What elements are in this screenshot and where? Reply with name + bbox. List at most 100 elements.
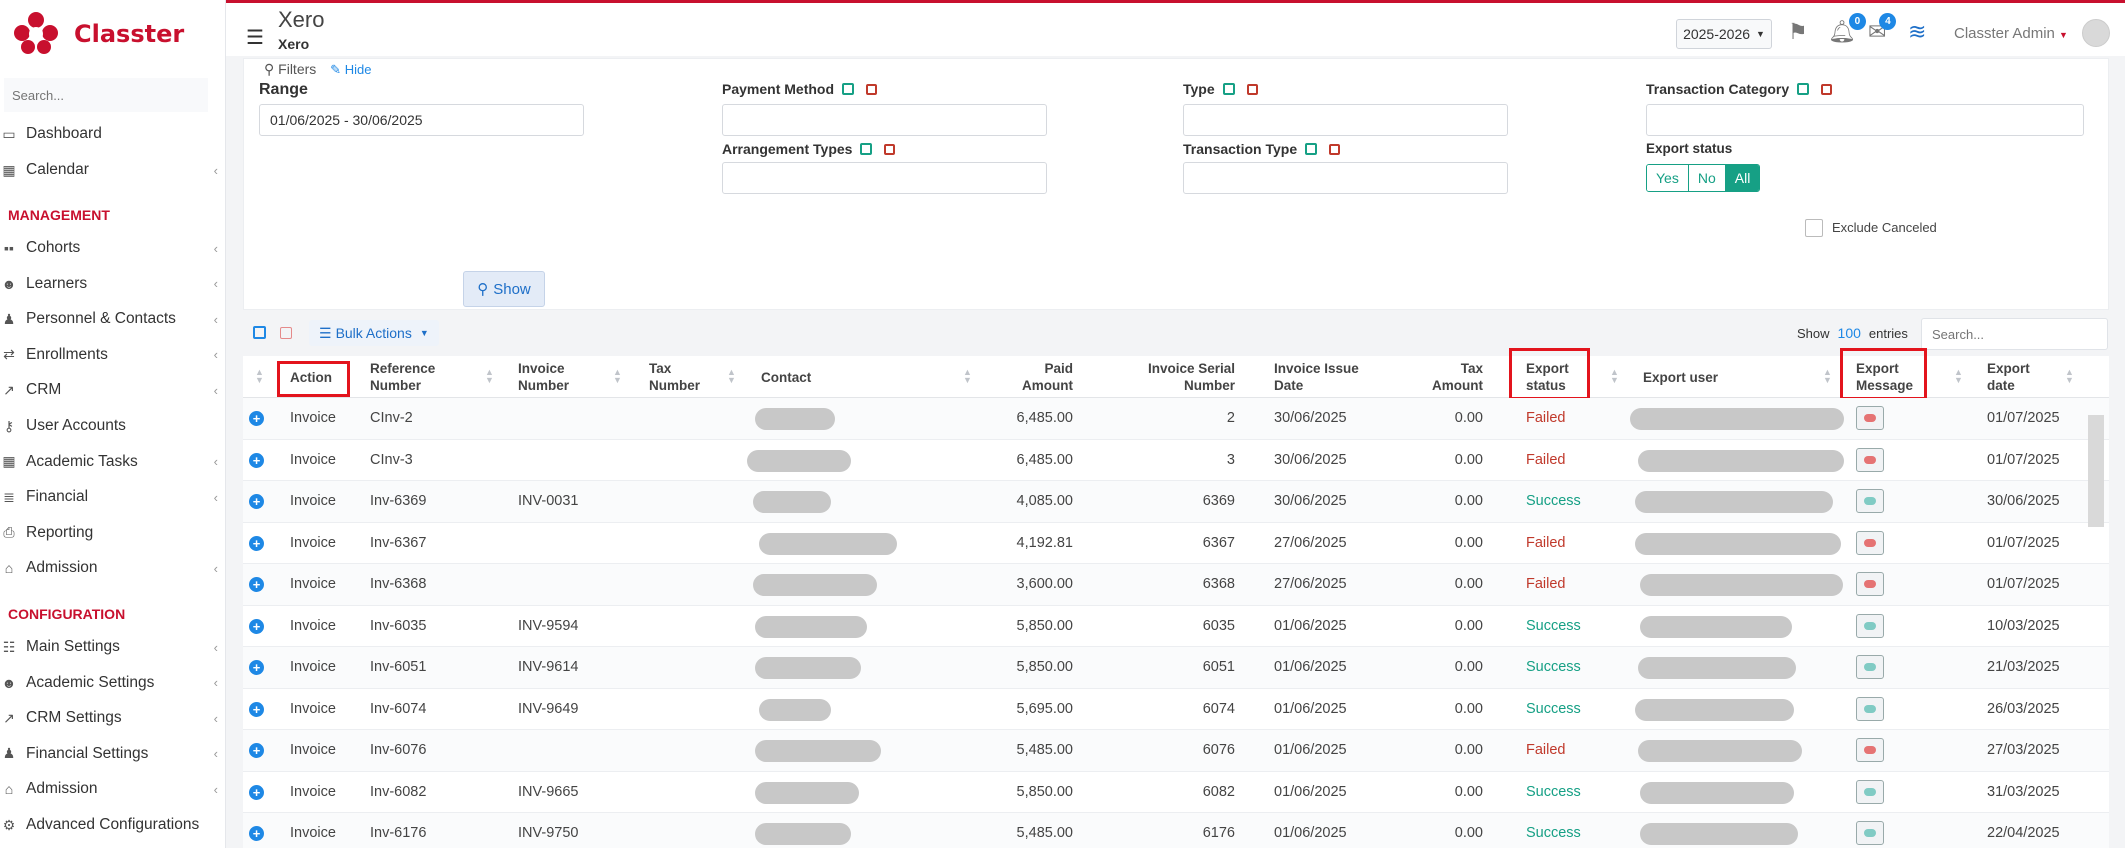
sidebar-item-academic-tasks[interactable]: ▦ Academic Tasks ‹ [0,445,226,479]
academic-year-select[interactable]: 2025-2026 ▼ [1676,19,1772,49]
sort-icon[interactable]: ▲ ▼ [1823,368,1832,385]
sort-icon[interactable]: ▲ ▼ [255,368,264,385]
expand-row-icon[interactable]: + [249,452,264,468]
sidebar-item-cohorts[interactable]: ▪▪ Cohorts ‹ [0,231,226,265]
deselect-all-rows-icon[interactable] [280,327,292,339]
col-reference-number[interactable]: Reference Number [370,360,450,394]
sidebar-item-reporting[interactable]: ⎙ Reporting [0,516,226,550]
select-all-icon[interactable] [1305,143,1318,155]
export-message-button[interactable] [1856,821,1884,845]
expand-row-icon[interactable]: + [249,660,264,675]
hide-filters-link[interactable]: ✎ Hide [330,62,371,77]
expand-row-icon[interactable]: + [249,701,264,717]
sort-icon[interactable]: ▲ ▼ [1954,368,1963,385]
table-row[interactable]: + Invoice Inv-6369 INV-0031 4,085.00 6369 30/0… [243,481,2109,523]
sidebar-item-enrollments[interactable]: ⇄ Enrollments ‹ [0,338,226,372]
sidebar-item-calendar[interactable]: ▦ Calendar ‹ [0,153,226,187]
table-row[interactable]: + Invoice CInv-3 6,485.00 3 30/06/2025 0.00 Fai… [243,440,2109,481]
sidebar-item-financial[interactable]: ≣ Financial ‹ [0,480,226,514]
table-row[interactable]: + Invoice CInv-2 6,485.00 2 30/06/2025 0.00 Fai… [243,398,2109,440]
filters-toggle[interactable]: ⚲ Filters ✎ Hide [264,61,371,78]
flag-icon[interactable]: ⚑ [1788,19,1808,45]
expand-row-icon[interactable]: + [249,743,264,758]
show-button[interactable]: ⚲ Show [463,271,545,307]
sidebar-item-crm-settings[interactable]: ↗ CRM Settings ‹ [0,701,226,735]
sidebar-item-user-accounts[interactable]: ⚷ User Accounts [0,409,226,443]
col-tax-number[interactable]: Tax Number [649,360,709,394]
select-all-icon[interactable] [1797,83,1810,95]
sidebar-item-financial-settings[interactable]: ♟ Financial Settings ‹ [0,737,226,771]
deselect-all-icon[interactable] [1246,83,1258,95]
expand-row-icon[interactable]: + [249,577,264,592]
sidebar-item-personnel-contacts[interactable]: ♟ Personnel & Contacts ‹ [0,302,226,336]
export-message-button[interactable] [1856,779,1884,804]
sidebar-item-main-settings[interactable]: ☷ Main Settings ‹ [0,630,226,664]
avatar[interactable] [2082,19,2110,47]
export-message-button[interactable] [1856,738,1884,762]
select-all-icon[interactable] [842,83,855,95]
sidebar-search-input[interactable] [4,78,208,112]
select-all-rows-icon[interactable] [253,326,266,339]
export-status-all[interactable]: All [1725,165,1760,191]
layers-icon[interactable]: ≋ [1908,19,1926,45]
deselect-all-icon[interactable] [1821,83,1833,95]
export-message-button[interactable] [1856,406,1884,430]
export-message-button[interactable] [1856,489,1884,513]
table-row[interactable]: + Invoice Inv-6368 3,600.00 6368 27/06/2025 0.… [243,564,2109,606]
deselect-all-icon[interactable] [866,83,878,95]
sidebar-item-crm[interactable]: ↗ CRM ‹ [0,373,226,407]
envelope-icon[interactable]: ✉ 4 [1868,13,1897,45]
user-menu[interactable]: Classter Admin ▼ [1954,25,2068,42]
entries-select[interactable]: 100 [1838,325,1861,341]
col-tax-amount[interactable]: Tax Amount [1423,360,1483,394]
table-row[interactable]: + Invoice Inv-6074 INV-9649 5,695.00 6074 01/0… [243,689,2109,730]
export-status-yes[interactable]: Yes [1647,165,1689,191]
table-scrollbar[interactable] [2088,415,2104,527]
expand-row-icon[interactable]: + [249,411,264,426]
table-row[interactable]: + Invoice Inv-6367 4,192.81 6367 27/06/2025 0.… [243,523,2109,564]
sidebar-item-advanced-configurations[interactable]: ⚙ Advanced Configurations [0,808,226,842]
table-row[interactable]: + Invoice Inv-6082 INV-9665 5,850.00 6082 01/0… [243,772,2109,813]
arrangement-types-input[interactable] [722,162,1047,194]
expand-row-icon[interactable]: + [249,784,264,800]
table-row[interactable]: + Invoice Inv-6176 INV-9750 5,485.00 6176 01/0… [243,813,2109,848]
deselect-all-icon[interactable] [884,143,896,155]
deselect-all-icon[interactable] [1329,143,1341,155]
expand-row-icon[interactable]: + [249,618,264,634]
export-message-button[interactable] [1856,447,1884,472]
type-input[interactable] [1183,104,1508,136]
sidebar-item-learners[interactable]: ☻ Learners ‹ [0,267,226,301]
expand-row-icon[interactable]: + [249,535,264,551]
classter-logo[interactable]: Classter [14,12,184,56]
sort-icon[interactable]: ▲ ▼ [963,368,972,385]
col-contact[interactable]: Contact [761,360,811,394]
export-message-button[interactable] [1856,572,1884,596]
export-message-button[interactable] [1856,530,1884,555]
bulk-actions-button[interactable]: ☰ Bulk Actions ▼ [309,320,439,346]
bell-icon[interactable]: 🔔︎ 0 [1828,13,1866,45]
payment-method-input[interactable] [722,104,1047,136]
sidebar-item-academic-settings[interactable]: ☻ Academic Settings ‹ [0,666,226,700]
col-export-date[interactable]: Export date [1987,360,2047,394]
col-invoice-serial-number[interactable]: Invoice Serial Number [1135,360,1235,394]
range-input[interactable]: 01/06/2025 - 30/06/2025 [259,104,584,136]
col-paid-amount[interactable]: Paid Amount [1003,360,1073,394]
table-row[interactable]: + Invoice Inv-6035 INV-9594 5,850.00 6035 01/0… [243,606,2109,647]
sidebar-item-dashboard[interactable]: ▭ Dashboard [0,117,226,151]
select-all-icon[interactable] [860,143,873,155]
expand-row-icon[interactable]: + [249,494,264,509]
col-export-user[interactable]: Export user [1643,360,1718,394]
export-status-no[interactable]: No [1688,165,1726,191]
export-message-button[interactable] [1856,613,1884,638]
sort-icon[interactable]: ▲ ▼ [485,368,494,385]
sidebar-item-admission[interactable]: ⌂ Admission ‹ [0,772,226,806]
transaction-type-input[interactable] [1183,162,1508,194]
hamburger-menu-icon[interactable]: ☰ [246,25,264,50]
sort-icon[interactable]: ▲ ▼ [613,368,622,385]
table-row[interactable]: + Invoice Inv-6076 5,485.00 6076 01/06/2025 0.… [243,730,2109,772]
table-row[interactable]: + Invoice Inv-6051 INV-9614 5,850.00 6051 01/0… [243,647,2109,689]
expand-row-icon[interactable]: + [249,826,264,841]
table-search-input[interactable] [1921,318,2108,350]
exclude-canceled-checkbox[interactable] [1805,219,1823,237]
col-invoice-issue-date[interactable]: Invoice Issue Date [1274,360,1364,394]
